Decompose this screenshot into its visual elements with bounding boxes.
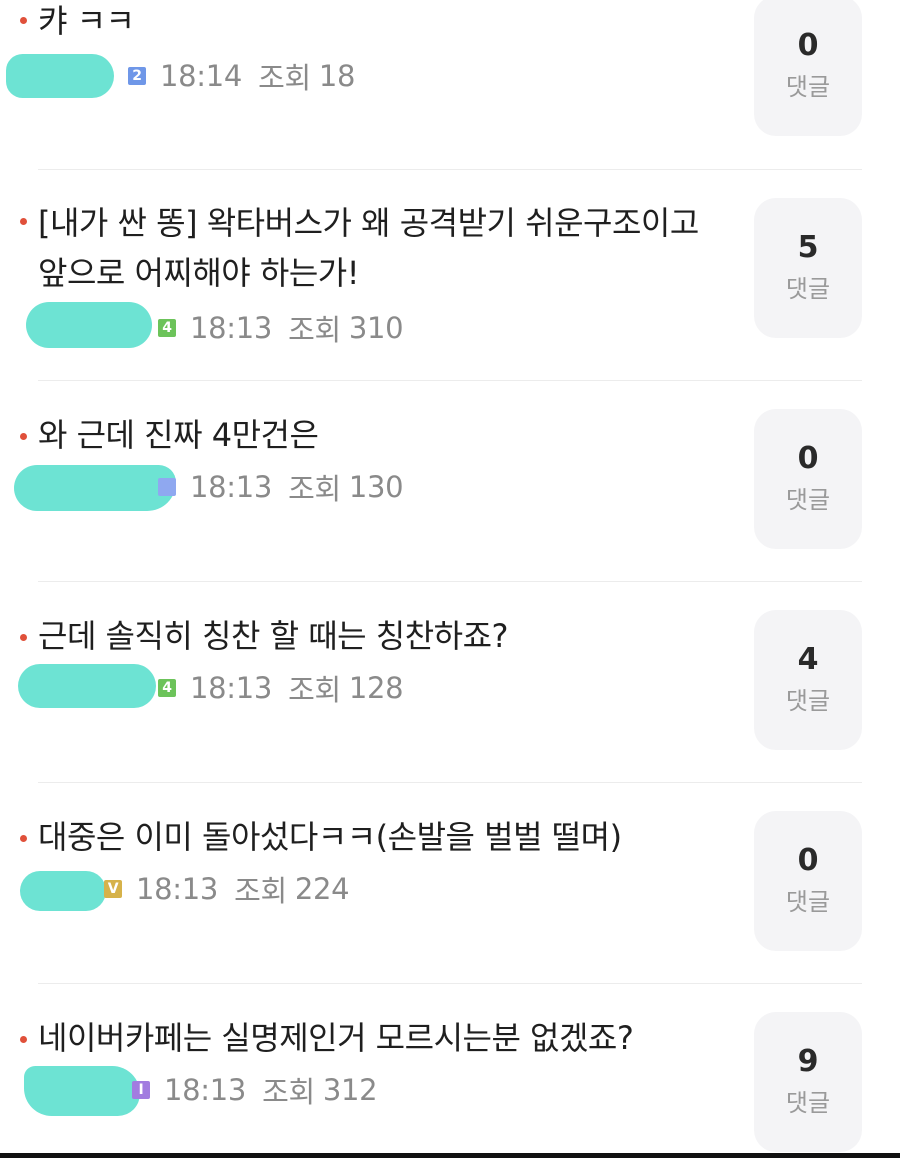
comment-label: 댓글 — [785, 486, 831, 514]
post-title[interactable]: 와 근데 진짜 4만건은 — [38, 410, 728, 460]
comment-count-button[interactable]: 0 댓글 — [754, 409, 862, 549]
views-label: 조회 — [288, 673, 341, 707]
views-count: 310 — [348, 311, 404, 345]
comment-label: 댓글 — [785, 687, 831, 715]
bullet-icon — [20, 17, 27, 24]
comment-count: 0 — [797, 843, 819, 878]
member-level-badge — [158, 478, 176, 496]
views-count: 128 — [348, 671, 404, 705]
comment-count: 5 — [797, 230, 819, 265]
member-level-badge: 4 — [158, 679, 176, 697]
author-name-redacted — [14, 465, 176, 511]
bullet-icon — [20, 433, 27, 440]
comment-count-button[interactable]: 4 댓글 — [754, 610, 862, 750]
member-level-badge: 2 — [128, 67, 146, 85]
post-title[interactable]: [내가 싼 똥] 왁타버스가 왜 공격받기 쉬운구조이고 앞으로 어찌해야 하는… — [38, 198, 728, 298]
comment-count: 4 — [797, 642, 819, 677]
post-title[interactable]: 캬 ㅋㅋ — [38, 0, 728, 46]
post-meta: 4 18:13 조회 128 — [158, 668, 404, 708]
post-time: 18:13 — [190, 470, 273, 504]
author-name-redacted — [24, 1066, 140, 1116]
post-time: 18:13 — [136, 872, 219, 906]
comment-label: 댓글 — [785, 888, 831, 916]
views-count: 224 — [294, 872, 350, 906]
author-name-redacted — [20, 871, 106, 911]
views-label: 조회 — [262, 1075, 315, 1109]
author-name-redacted — [6, 54, 114, 98]
comment-label: 댓글 — [785, 1089, 831, 1117]
post-meta: 4 18:13 조회 310 — [158, 308, 404, 348]
post-item[interactable]: 근데 솔직히 칭찬 할 때는 칭찬하죠? 4 18:13 조회 128 4 댓글 — [0, 582, 900, 782]
post-meta: V 18:13 조회 224 — [104, 869, 350, 909]
views-count: 312 — [322, 1073, 378, 1107]
comment-count-button[interactable]: 0 댓글 — [754, 0, 862, 136]
bullet-icon — [20, 634, 27, 641]
post-meta: I 18:13 조회 312 — [132, 1070, 378, 1110]
views-count: 130 — [348, 470, 404, 504]
post-time: 18:13 — [164, 1073, 247, 1107]
author-name-redacted — [18, 664, 156, 708]
member-level-badge: I — [132, 1081, 150, 1099]
comment-count-button[interactable]: 9 댓글 — [754, 1012, 862, 1152]
member-level-badge: 4 — [158, 319, 176, 337]
post-title[interactable]: 대중은 이미 돌아섰다ㅋㅋ(손발을 벌벌 떨며) — [38, 812, 728, 862]
post-time: 18:13 — [190, 671, 273, 705]
post-item[interactable]: 와 근데 진짜 4만건은 18:13 조회 130 0 댓글 — [0, 381, 900, 581]
comment-label: 댓글 — [785, 73, 831, 101]
comment-count-button[interactable]: 0 댓글 — [754, 811, 862, 951]
post-item[interactable]: 대중은 이미 돌아섰다ㅋㅋ(손발을 벌벌 떨며) V 18:13 조회 224 … — [0, 783, 900, 983]
post-item[interactable]: 캬 ㅋㅋ 2 18:14 조회 18 0 댓글 — [0, 0, 900, 170]
comment-label: 댓글 — [785, 275, 831, 303]
post-title[interactable]: 네이버카페는 실명제인거 모르시는분 없겠죠? — [38, 1013, 728, 1063]
post-time: 18:13 — [190, 311, 273, 345]
post-item[interactable]: 네이버카페는 실명제인거 모르시는분 없겠죠? I 18:13 조회 312 9… — [0, 984, 900, 1154]
bullet-icon — [20, 218, 27, 225]
views-label: 조회 — [258, 61, 311, 95]
post-meta: 18:13 조회 130 — [158, 467, 404, 507]
bottom-edge — [0, 1153, 900, 1158]
bullet-icon — [20, 835, 27, 842]
comment-count-button[interactable]: 5 댓글 — [754, 198, 862, 338]
post-meta: 2 18:14 조회 18 — [128, 56, 355, 96]
post-time: 18:14 — [160, 59, 243, 93]
author-name-redacted — [26, 302, 152, 348]
post-title[interactable]: 근데 솔직히 칭찬 할 때는 칭찬하죠? — [38, 611, 728, 661]
post-item[interactable]: [내가 싼 똥] 왁타버스가 왜 공격받기 쉬운구조이고 앞으로 어찌해야 하는… — [0, 170, 900, 380]
views-label: 조회 — [288, 472, 341, 506]
bullet-icon — [20, 1036, 27, 1043]
comment-count: 9 — [797, 1044, 819, 1079]
views-label: 조회 — [288, 313, 341, 347]
member-level-badge: V — [104, 880, 122, 898]
comment-count: 0 — [797, 441, 819, 476]
views-label: 조회 — [234, 874, 287, 908]
comment-count: 0 — [797, 28, 819, 63]
views-count: 18 — [318, 59, 356, 93]
